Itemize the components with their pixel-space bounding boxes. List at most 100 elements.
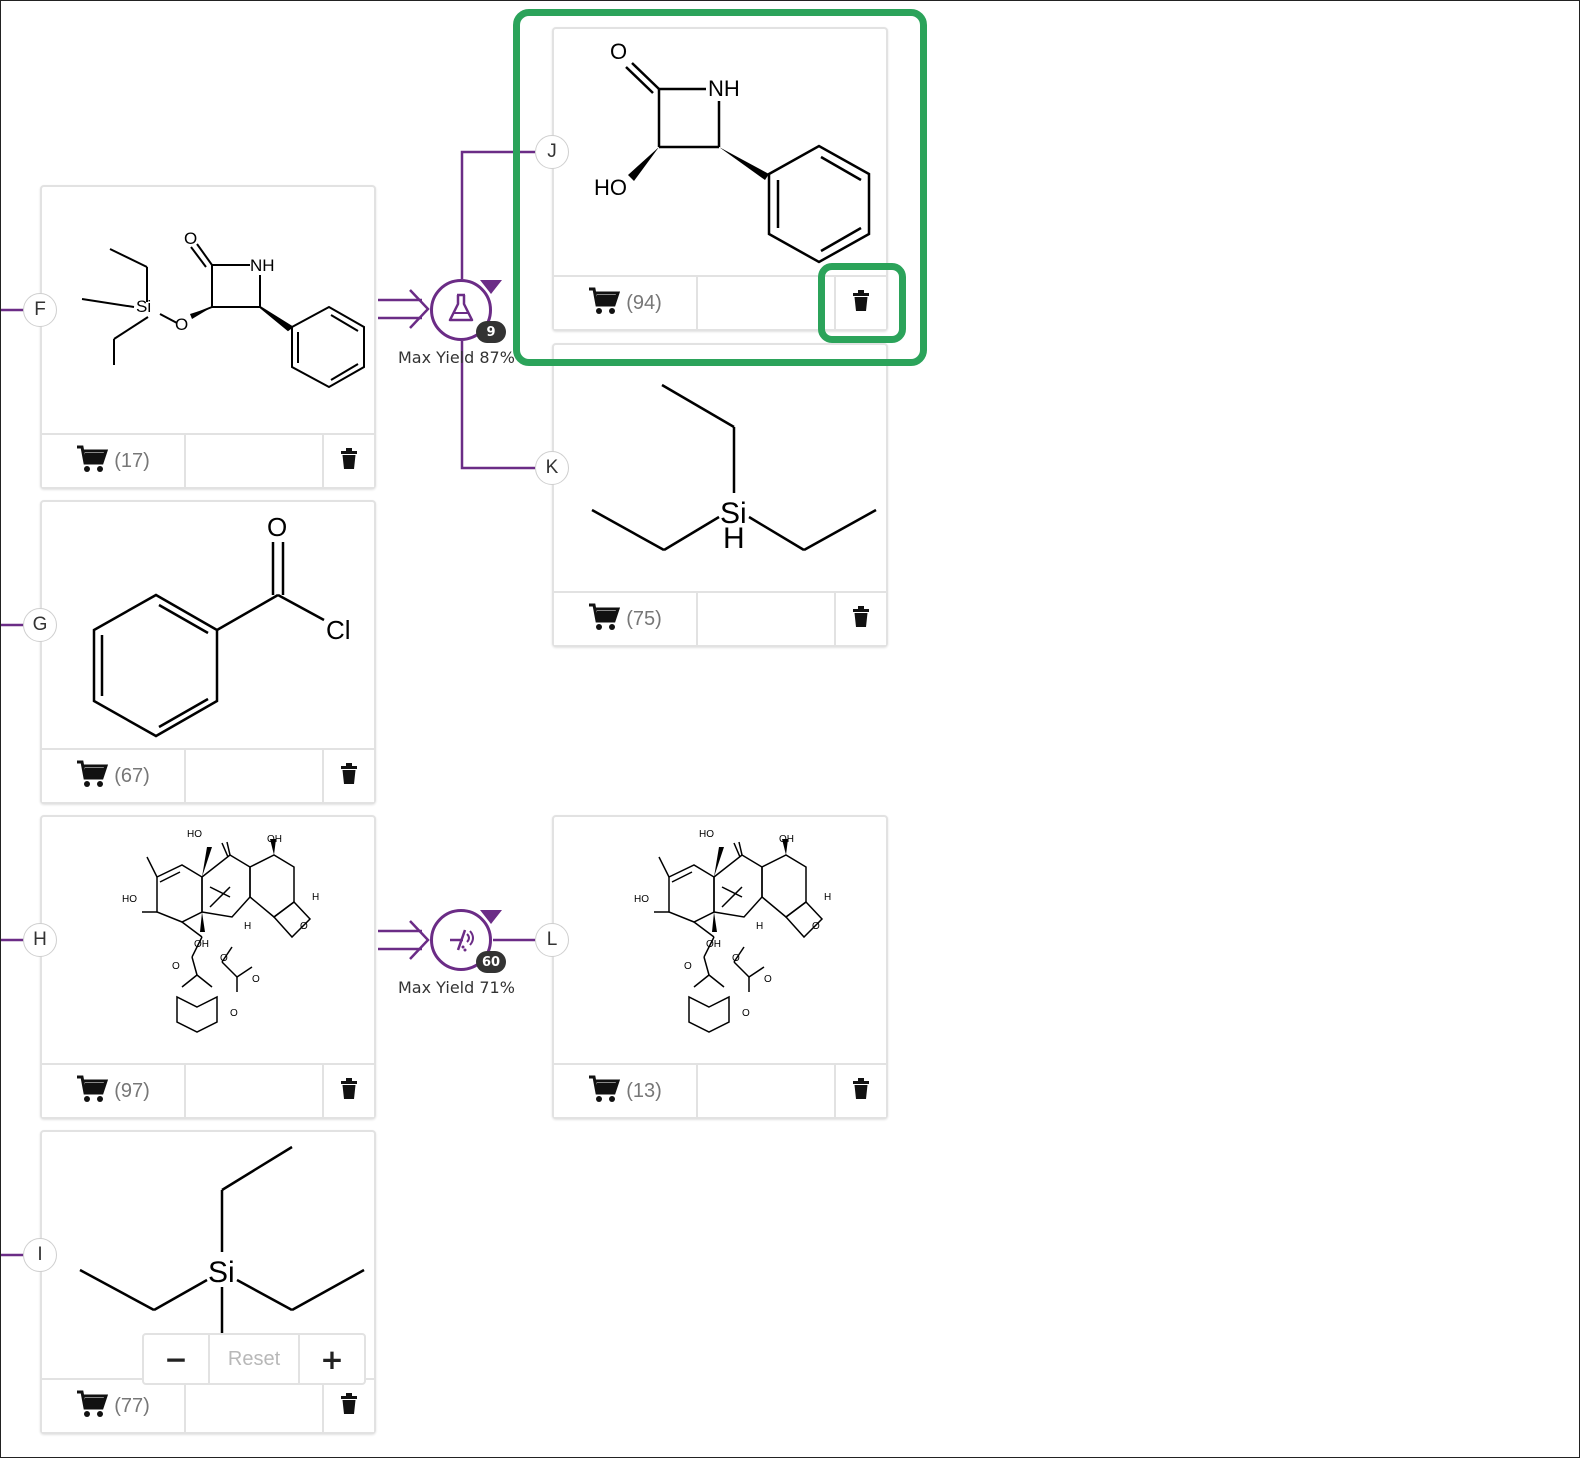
footer-spacer <box>698 1065 834 1117</box>
vendor-count: (77) <box>114 1394 150 1417</box>
buy-button[interactable]: (17) <box>42 435 186 487</box>
molecule-structure-g: O Cl <box>42 502 374 747</box>
atom-si: Si <box>208 1256 235 1289</box>
atom-h: H <box>756 921 763 932</box>
atom-nh: NH <box>250 256 275 275</box>
molecule-structure-f: O NH Si O <box>42 187 374 432</box>
trash-icon <box>852 290 870 316</box>
node-label-g[interactable]: G <box>23 608 57 642</box>
buy-button[interactable]: (77) <box>42 1380 186 1432</box>
trash-icon <box>852 606 870 632</box>
atom-cl: Cl <box>326 615 351 645</box>
atom-h: H <box>824 892 831 903</box>
hydrogenation-icon <box>445 922 477 958</box>
atom-h: H <box>244 921 251 932</box>
reaction-menu-caret[interactable] <box>480 280 502 294</box>
molecule-structure-j: O NH HO <box>554 29 886 274</box>
delete-button[interactable] <box>834 1065 886 1117</box>
zoom-controls: − Reset + <box>142 1333 366 1385</box>
atom-o: O <box>732 953 740 964</box>
atom-o: O <box>220 953 228 964</box>
vendor-count: (13) <box>626 1079 662 1102</box>
atom-ho: HO <box>634 894 649 905</box>
molecule-card-i[interactable]: Si (77) <box>40 1130 376 1434</box>
flask-icon <box>446 292 476 328</box>
node-label-k[interactable]: K <box>535 451 569 485</box>
molecule-card-h[interactable]: HO OH HO OH H H O O O O O (97) <box>40 815 376 1119</box>
trash-icon <box>340 763 358 789</box>
molecule-structure-k: Si H <box>554 345 886 590</box>
atom-oh: OH <box>194 939 209 950</box>
atom-oh: OH <box>267 834 282 845</box>
molecule-card-f[interactable]: O NH Si O (17) <box>40 185 376 489</box>
delete-button[interactable] <box>834 277 886 329</box>
delete-button[interactable] <box>322 435 374 487</box>
atom-o: O <box>764 974 772 985</box>
trash-icon <box>852 1078 870 1104</box>
buy-button[interactable]: (97) <box>42 1065 186 1117</box>
atom-h: H <box>723 522 745 555</box>
atom-oh: OH <box>706 939 721 950</box>
route-canvas[interactable]: O NH Si O (17) O Cl (67) HO OH HO OH H H… <box>0 0 1582 1460</box>
node-label-l[interactable]: L <box>535 923 569 957</box>
cart-icon <box>588 287 621 319</box>
atom-o: O <box>300 921 308 932</box>
cart-icon <box>588 603 621 635</box>
footer-spacer <box>186 750 322 802</box>
cart-icon <box>76 760 109 792</box>
reaction-count-badge: 60 <box>476 951 506 973</box>
atom-o: O <box>684 961 692 972</box>
molecule-card-g[interactable]: O Cl (67) <box>40 500 376 804</box>
atom-ho: HO <box>594 175 627 200</box>
atom-o: O <box>252 974 260 985</box>
node-label-f[interactable]: F <box>23 293 57 327</box>
buy-button[interactable]: (13) <box>554 1065 698 1117</box>
molecule-card-k[interactable]: Si H (75) <box>552 343 888 647</box>
footer-spacer <box>186 1065 322 1117</box>
buy-button[interactable]: (67) <box>42 750 186 802</box>
zoom-out-button[interactable]: − <box>144 1335 208 1383</box>
atom-ho: HO <box>187 829 202 840</box>
reaction-menu-caret[interactable] <box>480 910 502 924</box>
vendor-count: (17) <box>114 449 150 472</box>
node-label-j[interactable]: J <box>535 135 569 169</box>
atom-o: O <box>610 39 627 64</box>
vendor-count: (67) <box>114 764 150 787</box>
delete-button[interactable] <box>322 1380 374 1432</box>
footer-spacer <box>698 593 834 645</box>
atom-o: O <box>742 1008 750 1019</box>
card-footer: (17) <box>42 433 374 487</box>
max-yield-label: Max Yield 87% <box>398 348 515 367</box>
node-label-i[interactable]: I <box>23 1238 57 1272</box>
molecule-card-j[interactable]: O NH HO (94) <box>552 27 888 331</box>
node-label-h[interactable]: H <box>23 923 57 957</box>
atom-o: O <box>230 1008 238 1019</box>
atom-o: O <box>184 229 197 248</box>
molecule-structure-h: HO OH HO OH H H O O O O O <box>42 817 374 1062</box>
buy-button[interactable]: (75) <box>554 593 698 645</box>
zoom-reset-button[interactable]: Reset <box>208 1335 300 1383</box>
reaction-count-badge: 9 <box>476 321 506 343</box>
delete-button[interactable] <box>322 1065 374 1117</box>
molecule-card-l[interactable]: HO OH HO OH H H O O O O O (13) <box>552 815 888 1119</box>
vendor-count: (94) <box>626 291 662 314</box>
vendor-count: (97) <box>114 1079 150 1102</box>
max-yield-label: Max Yield 71% <box>398 978 515 997</box>
delete-button[interactable] <box>322 750 374 802</box>
molecule-structure-l: HO OH HO OH H H O O O O O <box>554 817 886 1062</box>
atom-ho: HO <box>122 894 137 905</box>
card-footer: (75) <box>554 591 886 645</box>
vendor-count: (75) <box>626 607 662 630</box>
cart-icon <box>588 1075 621 1107</box>
atom-o: O <box>172 961 180 972</box>
zoom-in-button[interactable]: + <box>300 1335 364 1383</box>
footer-spacer <box>186 435 322 487</box>
card-footer: (13) <box>554 1063 886 1117</box>
delete-button[interactable] <box>834 593 886 645</box>
trash-icon <box>340 1393 358 1419</box>
buy-button[interactable]: (94) <box>554 277 698 329</box>
cart-icon <box>76 1075 109 1107</box>
cart-icon <box>76 1390 109 1422</box>
card-footer: (97) <box>42 1063 374 1117</box>
cart-icon <box>76 445 109 477</box>
